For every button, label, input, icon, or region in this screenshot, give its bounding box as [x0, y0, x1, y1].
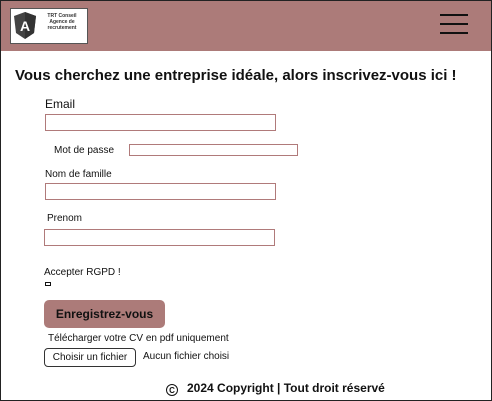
menu-line: [440, 32, 468, 34]
page-frame: A TRT Conseil Agence de recrutement Vous…: [0, 0, 492, 401]
logo-text: TRT Conseil Agence de recrutement: [47, 13, 77, 31]
footer: C 2024 Copyright | Tout droit réservé: [166, 381, 385, 396]
page-title: Vous cherchez une entreprise idéale, alo…: [15, 67, 457, 84]
hamburger-menu-icon[interactable]: [440, 12, 468, 36]
firstname-field[interactable]: [44, 229, 275, 246]
rgpd-checkbox[interactable]: [45, 282, 51, 286]
password-field[interactable]: [129, 144, 298, 156]
choose-file-button[interactable]: Choisir un fichier: [44, 348, 136, 367]
angular-shield-icon: A: [14, 12, 36, 39]
rgpd-label: Accepter RGPD !: [44, 267, 121, 278]
header-bar: A TRT Conseil Agence de recrutement: [1, 1, 491, 51]
email-field[interactable]: [45, 114, 276, 131]
lastname-field[interactable]: [45, 183, 276, 200]
footer-text: 2024 Copyright | Tout droit réservé: [187, 381, 385, 395]
lastname-label: Nom de famille: [45, 169, 112, 180]
logo-letter: A: [20, 18, 30, 34]
register-button[interactable]: Enregistrez-vous: [44, 300, 165, 328]
menu-line: [440, 23, 468, 25]
cv-upload-label: Télécharger votre CV en pdf uniquement: [48, 333, 229, 344]
firstname-label: Prenom: [47, 213, 83, 224]
password-label: Mot de passe: [54, 145, 115, 156]
email-label: Email: [45, 97, 76, 111]
file-status: Aucun fichier choisi: [143, 351, 230, 362]
copyright-icon: C: [166, 384, 178, 396]
menu-line: [440, 14, 468, 16]
logo[interactable]: A TRT Conseil Agence de recrutement: [10, 8, 88, 44]
